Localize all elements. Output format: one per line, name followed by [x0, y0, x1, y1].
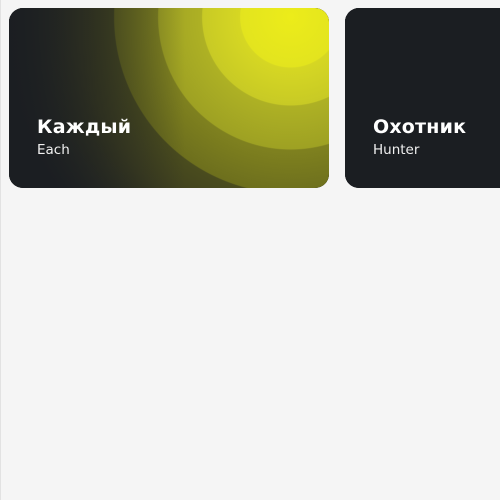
category-card-hunter[interactable]: Охотник Hunter	[345, 8, 500, 188]
card-title: Охотник	[373, 116, 467, 138]
card-shade	[345, 8, 500, 188]
card-subtitle: Hunter	[373, 142, 420, 158]
card-title: Каждый	[37, 116, 132, 138]
page: Каждый Each Охотник Hunter	[0, 0, 500, 500]
card-subtitle: Each	[37, 142, 70, 158]
category-card-each[interactable]: Каждый Each	[9, 8, 329, 188]
card-shade	[9, 8, 329, 188]
card-carousel[interactable]: Каждый Each Охотник Hunter	[9, 8, 500, 188]
